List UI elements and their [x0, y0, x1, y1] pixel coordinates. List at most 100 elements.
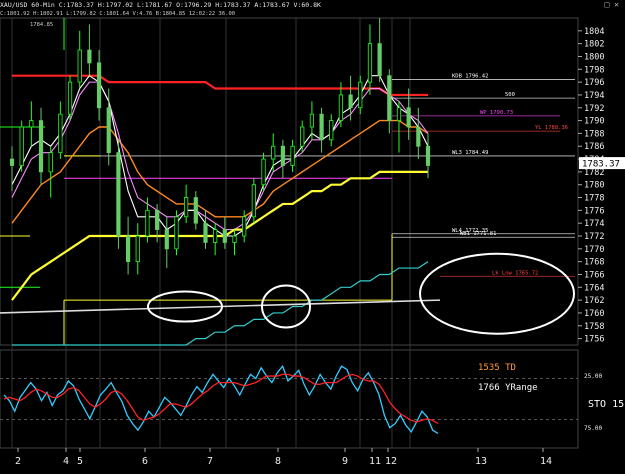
candle-body-18	[184, 197, 189, 218]
candle-body-29	[290, 145, 295, 166]
candle-body-31	[309, 113, 315, 128]
y-tick-label-1804: 1804	[584, 27, 604, 37]
y-tick-label-1770: 1770	[584, 245, 604, 255]
x-tick-label-7: 11	[369, 456, 381, 467]
candle-body-36	[358, 81, 363, 109]
candle-body-33	[329, 120, 334, 141]
candle-body-27	[271, 145, 276, 160]
candle-body-41	[406, 107, 411, 128]
y-tick-label-1796: 1796	[584, 78, 604, 88]
candle-body-21	[213, 229, 218, 243]
candle-body-42	[416, 126, 421, 147]
level-label-4: WL3 1784.49	[452, 150, 488, 156]
y-tick-label-1778: 1778	[584, 194, 604, 204]
candle-body-26	[261, 158, 266, 186]
y-tick-label-1786: 1786	[584, 142, 604, 152]
header-line3: C:1801.92 H:1802.91 L:1799.82 C:1801.64 …	[0, 11, 235, 17]
candle-body-10	[106, 107, 111, 154]
osc-annotation-td: 1535 TD	[478, 363, 516, 373]
y-tick-label-1772: 1772	[584, 232, 604, 242]
level-label-6: WB1 1771.81	[460, 231, 496, 237]
y-tick-label-1766: 1766	[584, 270, 604, 280]
price-panel-frame	[0, 17, 579, 346]
window-controls[interactable]: □ ✕	[605, 0, 619, 10]
y-tick-label-1756: 1756	[584, 335, 604, 345]
osc-tick-lower: 75.00	[584, 425, 602, 432]
osc-line-K	[3, 364, 439, 434]
candle-body-12	[125, 235, 131, 263]
candle-body-32	[319, 113, 324, 141]
x-tick-label-0: 2	[15, 456, 21, 467]
candle-body-13	[135, 235, 140, 263]
candle-body-38	[377, 43, 382, 77]
candle-body-7	[77, 49, 82, 83]
candle-body-19	[193, 197, 198, 224]
chart-canvas: 1804 1802 1800 1798 1796 1794 1792 1790 1788 1786…	[0, 11, 625, 467]
candle-body-11	[116, 152, 121, 237]
candle-body-20	[203, 222, 208, 243]
y-tick-label-1758: 1758	[584, 322, 604, 332]
x-tick-label-2: 5	[77, 456, 83, 467]
x-tick-label-3: 6	[142, 456, 148, 467]
header-line2: 1784.85	[30, 22, 53, 28]
candle-body-43	[425, 145, 431, 166]
x-tick-label-5: 8	[275, 456, 281, 467]
x-tick-label-9: 13	[475, 456, 487, 467]
candle-body-6	[67, 81, 73, 115]
candle-body-24	[242, 216, 247, 237]
chart-root: 1804 1802 1800 1798 1796 1794 1792 1790 1788 1786…	[0, 0, 625, 470]
y-tick-label-1776: 1776	[584, 206, 604, 216]
candle-body-15	[155, 209, 160, 230]
candle-body-40	[396, 107, 402, 121]
y-tick-label-1792: 1792	[584, 104, 604, 114]
header-ohlc: C:1783.37 H:1797.02 L:1781.67 O:1796.29 …	[58, 1, 321, 9]
header-symbol: XAU/USD 60-Min	[0, 1, 55, 9]
annotation-ellipse-3	[419, 252, 575, 335]
ma-line-orange	[11, 119, 429, 224]
y-tick-label-1768: 1768	[584, 258, 604, 268]
y-tick-label-1788: 1788	[584, 129, 604, 139]
candle-body-35	[348, 94, 353, 109]
y-tick-label-1780: 1780	[584, 181, 604, 191]
osc-tick-upper: 25.00	[584, 373, 602, 380]
candle-body-9	[96, 62, 102, 109]
x-tick-label-4: 7	[207, 456, 213, 467]
y-tick-label-1760: 1760	[584, 309, 604, 319]
candle-body-17	[174, 216, 179, 250]
osc-annotation-yrange: 1766 YRange	[478, 383, 538, 393]
y-tick-label-1764: 1764	[584, 283, 604, 293]
candle-body-34	[338, 94, 344, 121]
candle-body-39	[387, 75, 392, 121]
candle-body-4	[48, 152, 53, 173]
y-tick-label-1794: 1794	[584, 91, 604, 101]
candle-body-16	[164, 229, 169, 250]
candle-body-3	[38, 120, 44, 173]
y-tick-label-1790: 1790	[584, 117, 604, 127]
osc-name-label: STO 15	[588, 399, 624, 410]
y-tick-label-1800: 1800	[584, 52, 604, 62]
level-label-1: 500	[505, 92, 515, 98]
candle-body-0	[9, 158, 15, 166]
x-tick-label-1: 4	[63, 456, 69, 467]
candle-body-37	[367, 43, 373, 83]
x-tick-label-8: 12	[385, 456, 397, 467]
candle-body-14	[145, 209, 150, 237]
chart-header: XAU/USD 60-Min C:1783.37 H:1797.02 L:178…	[0, 0, 565, 10]
candle-body-2	[29, 120, 34, 128]
x-tick-label-10: 14	[540, 456, 552, 467]
y-tick-label-1802: 1802	[584, 40, 604, 50]
y-tick-label-1798: 1798	[584, 65, 604, 75]
level-label-0: KDB 1796.42	[452, 73, 488, 79]
candle-body-8	[87, 49, 92, 64]
candle-body-25	[251, 184, 256, 218]
ma-line-cyan	[12, 261, 429, 346]
candle-body-30	[300, 126, 305, 147]
candle-body-22	[222, 229, 227, 243]
x-tick-label-6: 9	[342, 456, 348, 467]
level-label-7: Lk Low 1765.72	[492, 270, 538, 276]
last-price-label: 1783.37	[582, 160, 620, 170]
level-label-2: WP 1790.73	[480, 110, 513, 116]
y-tick-label-1774: 1774	[584, 219, 604, 229]
candle-body-23	[232, 235, 237, 243]
candle-body-28	[280, 145, 285, 166]
